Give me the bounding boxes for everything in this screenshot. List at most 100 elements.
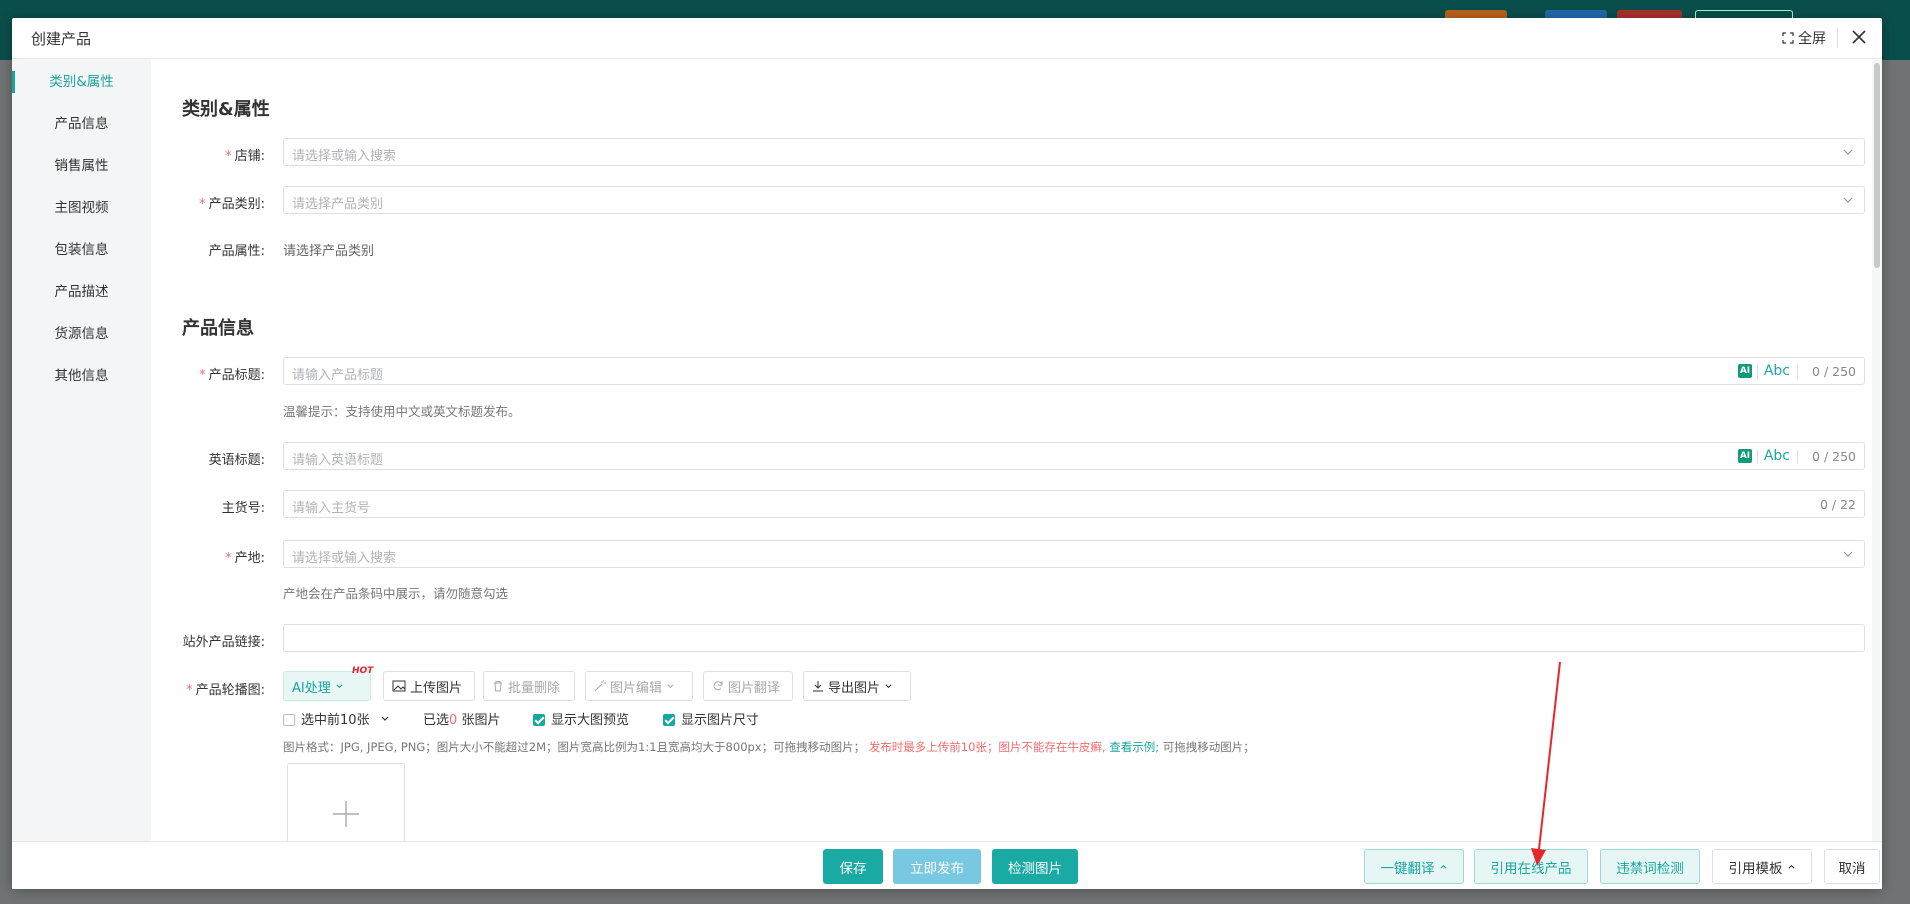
download-icon [813, 681, 823, 692]
dialog-footer: 保存 立即发布 检测图片 一键翻译 引用在线产品 违禁词检测 引用模板 取消 [12, 841, 1882, 889]
selected-count: 已选0 张图片 [423, 713, 501, 728]
select-first-checkbox[interactable] [283, 714, 295, 726]
image-edit-button[interactable]: 图片编辑 [585, 671, 693, 701]
chevron-down-icon [1843, 197, 1853, 203]
product-title-input[interactable]: 请输入产品标题 AI Abc 0 / 250 [283, 357, 1865, 385]
abc-icon[interactable]: Abc [1764, 363, 1790, 379]
origin-label: * 产地: [225, 551, 265, 566]
category-label: * 产品类别: [199, 197, 265, 212]
content-scrollbar[interactable] [1872, 59, 1882, 841]
chevron-down-icon [1843, 551, 1853, 557]
check-images-button[interactable]: 检测图片 [992, 849, 1078, 884]
image-icon [392, 680, 406, 692]
nav-item-packaging[interactable]: 包装信息 [12, 235, 151, 265]
title-counter: 0 / 250 [1812, 364, 1856, 379]
nav-item-source[interactable]: 货源信息 [12, 319, 151, 349]
divider [1797, 450, 1798, 464]
hot-badge: HOT [352, 666, 374, 676]
ai-icon[interactable]: AI [1738, 364, 1752, 378]
ai-icon[interactable]: AI [1738, 449, 1752, 463]
shop-label: * 店铺: [225, 149, 265, 164]
cite-online-product-button[interactable]: 引用在线产品 [1474, 849, 1588, 884]
chevron-down-icon [381, 716, 389, 721]
nav-item-category[interactable]: 类别&属性 [12, 67, 151, 97]
nav-item-sales-attrs[interactable]: 销售属性 [12, 151, 151, 181]
main-sku-input[interactable]: 请输入主货号 0 / 22 [283, 490, 1865, 518]
image-rules: 图片格式：JPG, JPEG, PNG；图片大小不能超过2M；图片宽高比例为1:… [283, 740, 1255, 754]
cancel-button[interactable]: 取消 [1824, 849, 1880, 884]
view-example-link[interactable]: 查看示例; [1109, 740, 1159, 754]
show-preview-toggle[interactable]: 显示大图预览 [533, 709, 629, 728]
english-title-counter: 0 / 250 [1812, 449, 1856, 464]
sku-label: 主货号: [221, 501, 265, 516]
english-title-label: 英语标题: [208, 453, 265, 468]
show-size-toggle[interactable]: 显示图片尺寸 [663, 709, 759, 728]
divider [1797, 365, 1798, 379]
chevron-down-icon [336, 683, 343, 688]
fullscreen-label: 全屏 [1798, 31, 1826, 47]
carousel-label: * 产品轮播图: [186, 683, 265, 698]
english-title-input[interactable]: 请输入英语标题 AI Abc 0 / 250 [283, 442, 1865, 470]
header-divider [1837, 28, 1838, 48]
ai-process-button[interactable]: AI处理 HOT [283, 666, 373, 701]
scrollbar-thumb[interactable] [1874, 63, 1880, 268]
image-upload-box[interactable] [287, 763, 405, 841]
fullscreen-button[interactable]: 全屏 [1782, 28, 1826, 48]
sku-counter: 0 / 22 [1819, 497, 1856, 512]
nav-item-description[interactable]: 产品描述 [12, 277, 151, 307]
chevron-up-icon [1439, 864, 1447, 869]
origin-select[interactable]: 请选择或输入搜索 [283, 540, 1865, 568]
category-placeholder: 请选择产品类别 [292, 197, 384, 212]
carousel-options: 选中前10张 已选0 张图片 显示大图预览 显示图片尺寸 [283, 709, 983, 728]
trash-icon [494, 681, 502, 692]
carousel-toolbar: AI处理 HOT 上传图片 批量删除 图片编辑 图片翻译 导出图片 [283, 666, 1483, 701]
shop-select[interactable]: 请选择或输入搜索 [283, 138, 1865, 166]
abc-icon[interactable]: Abc [1764, 448, 1790, 464]
sku-placeholder: 请输入主货号 [292, 501, 371, 516]
image-translate-button[interactable]: 图片翻译 [703, 671, 793, 701]
chevron-up-icon [1787, 864, 1795, 869]
shop-placeholder: 请选择或输入搜索 [292, 149, 397, 164]
cite-template-button[interactable]: 引用模板 [1712, 849, 1812, 884]
chevron-down-icon [667, 683, 674, 688]
title-label: * 产品标题: [199, 368, 265, 383]
english-title-placeholder: 请输入英语标题 [292, 453, 384, 468]
section-nav: 类别&属性 产品信息 销售属性 主图视频 包装信息 产品描述 货源信息 其他信息 [12, 59, 151, 841]
title-hint: 温馨提示：支持使用中文或英文标题发布。 [283, 404, 521, 419]
nav-item-product-info[interactable]: 产品信息 [12, 109, 151, 139]
translate-all-button[interactable]: 一键翻译 [1364, 849, 1464, 884]
chevron-down-icon [885, 683, 892, 688]
section-title-category: 类别&属性 [182, 99, 270, 120]
origin-hint: 产地会在产品条码中展示，请勿随意勾选 [283, 586, 509, 601]
divider [1757, 450, 1758, 464]
origin-placeholder: 请选择或输入搜索 [292, 551, 397, 566]
external-link-input[interactable] [283, 624, 1865, 652]
magic-wand-icon [594, 680, 606, 692]
refresh-icon [713, 681, 723, 691]
batch-delete-button[interactable]: 批量删除 [483, 671, 575, 701]
publish-button[interactable]: 立即发布 [893, 849, 981, 884]
section-title-info: 产品信息 [182, 318, 254, 339]
save-button[interactable]: 保存 [823, 849, 883, 884]
create-product-dialog: 创建产品 全屏 类别&属性 产品信息 销售属性 主图视频 包装信息 产品描述 货… [12, 18, 1882, 889]
show-preview-checkbox[interactable] [533, 714, 545, 726]
show-size-checkbox[interactable] [663, 714, 675, 726]
divider [1757, 365, 1758, 379]
upload-image-button[interactable]: 上传图片 [383, 671, 475, 701]
category-select[interactable]: 请选择产品类别 [283, 186, 1865, 214]
title-placeholder: 请输入产品标题 [292, 368, 384, 383]
dialog-header: 创建产品 全屏 [12, 18, 1882, 59]
form-content: 类别&属性 * 店铺: 请选择或输入搜索 * 产品类别: 请选择产品类别 产品属性:… [151, 59, 1867, 841]
close-icon[interactable] [1846, 24, 1872, 50]
export-image-button[interactable]: 导出图片 [803, 671, 911, 701]
banned-words-check-button[interactable]: 违禁词检测 [1600, 849, 1700, 884]
chevron-down-icon [1843, 149, 1853, 155]
attrs-label: 产品属性: [208, 244, 265, 259]
nav-item-main-media[interactable]: 主图视频 [12, 193, 151, 223]
nav-item-other[interactable]: 其他信息 [12, 361, 151, 391]
dialog-title: 创建产品 [31, 30, 92, 48]
attrs-value: 请选择产品类别 [283, 244, 375, 259]
select-first-10[interactable]: 选中前10张 [283, 709, 390, 728]
expand-icon [1782, 32, 1794, 44]
external-link-label: 站外产品链接: [182, 635, 265, 650]
